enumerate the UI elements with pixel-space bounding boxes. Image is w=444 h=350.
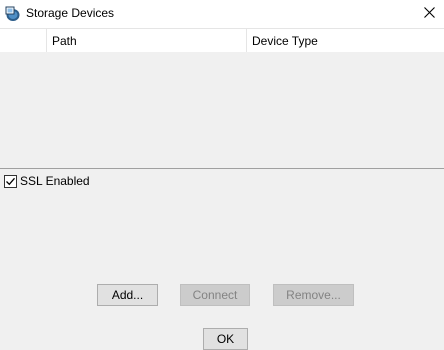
ssl-enabled-label: SSL Enabled bbox=[20, 174, 90, 188]
ok-button[interactable]: OK bbox=[203, 328, 248, 350]
device-list-header: Path Device Type bbox=[0, 28, 444, 53]
ssl-enabled-checkbox[interactable]: SSL Enabled bbox=[4, 174, 90, 188]
device-list[interactable] bbox=[0, 52, 444, 168]
storage-device-icon bbox=[5, 6, 21, 22]
divider bbox=[0, 168, 444, 169]
close-icon bbox=[423, 7, 435, 21]
checkmark-icon bbox=[6, 177, 15, 185]
window-title: Storage Devices bbox=[26, 6, 115, 20]
title-bar: Storage Devices bbox=[0, 0, 444, 28]
close-button[interactable] bbox=[414, 0, 444, 28]
column-header-blank[interactable] bbox=[0, 29, 46, 53]
add-button[interactable]: Add... bbox=[97, 284, 158, 306]
column-header-device-type[interactable]: Device Type bbox=[246, 29, 444, 53]
checkbox-box[interactable] bbox=[4, 174, 17, 188]
remove-button[interactable]: Remove... bbox=[273, 284, 354, 306]
connect-button[interactable]: Connect bbox=[180, 284, 250, 306]
column-header-path[interactable]: Path bbox=[46, 29, 246, 53]
